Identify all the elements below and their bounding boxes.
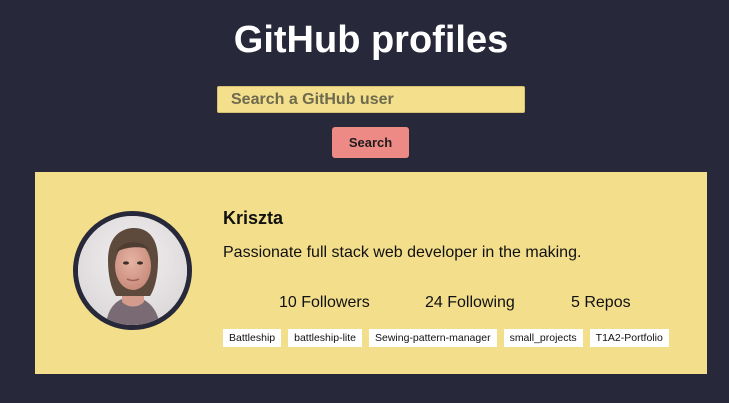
page-title: GitHub profiles [233, 19, 509, 61]
search-input[interactable] [217, 86, 525, 113]
search-button[interactable]: Search [332, 127, 409, 158]
profile-bio: Passionate full stack web developer in t… [223, 244, 582, 261]
repo-link-battleship-lite[interactable]: battleship-lite [288, 329, 362, 347]
profile-card: Kriszta Passionate full stack web develo… [35, 172, 707, 374]
repos-count: 5 Repos [571, 294, 631, 311]
avatar-photo [78, 216, 187, 325]
profile-name: Kriszta [223, 208, 284, 228]
followers-count: 10 Followers [279, 294, 370, 311]
repo-link-battleship[interactable]: Battleship [223, 329, 282, 347]
repo-link-sewing-pattern-manager[interactable]: Sewing-pattern-manager [369, 329, 497, 347]
repo-link-t1a2-portfolio[interactable]: T1A2-Portfolio [589, 329, 669, 347]
repo-list: Battleship battleship-lite Sewing-patter… [223, 329, 669, 347]
avatar [73, 211, 192, 330]
repo-link-small-projects[interactable]: small_projects [503, 329, 583, 347]
following-count: 24 Following [425, 294, 515, 311]
profile-stats: 10 Followers 24 Following 5 Repos [223, 294, 683, 314]
